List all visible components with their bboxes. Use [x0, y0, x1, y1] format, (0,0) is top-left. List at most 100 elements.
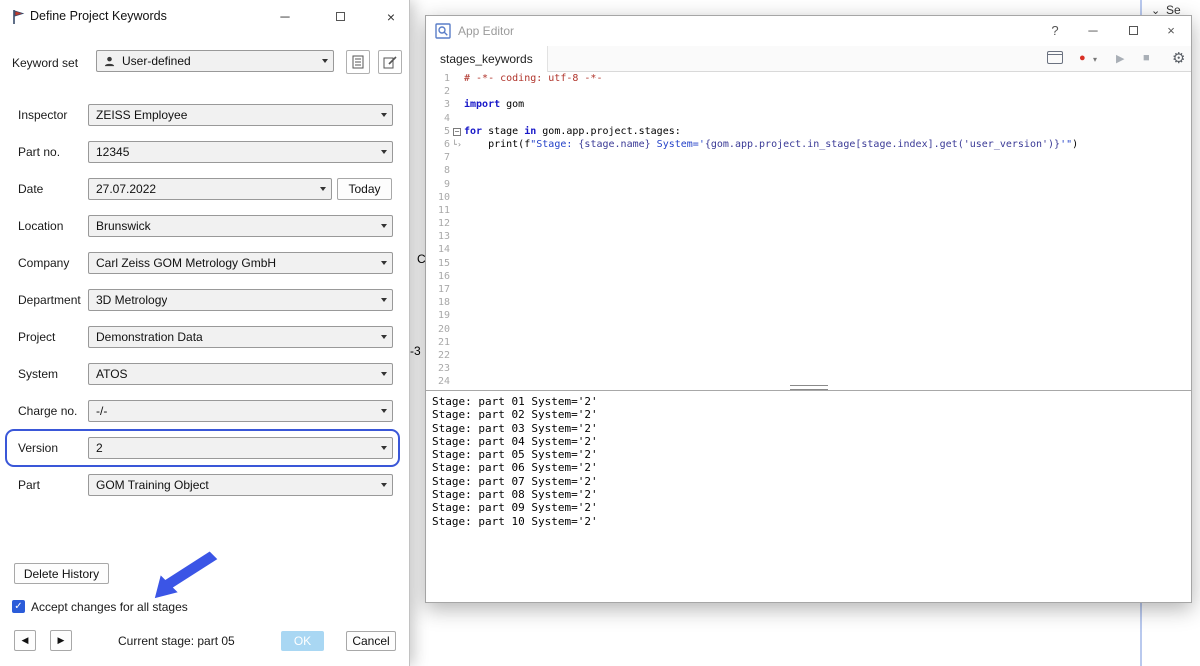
maximize-button[interactable] [326, 8, 354, 26]
minimize-button[interactable]: ─ [1079, 22, 1107, 40]
code-line: 20 [426, 323, 1191, 336]
part-dropdown[interactable]: GOM Training Object [88, 474, 393, 496]
output-line: Stage: part 07 System='2' [432, 475, 1185, 488]
code-token-plain: gom [500, 99, 524, 110]
code-line: 14 [426, 243, 1191, 256]
line-number: 13 [426, 230, 450, 243]
previous-stage-button[interactable]: ◀ [14, 630, 36, 651]
today-button[interactable]: Today [337, 178, 392, 200]
line-number: 1 [426, 72, 450, 85]
line-number: 5 [426, 125, 450, 138]
code-line: 2 [426, 85, 1191, 98]
chevron-down-icon [381, 261, 387, 265]
delete-history-button[interactable]: Delete History [14, 563, 109, 584]
field-label-date: Date [18, 182, 43, 196]
code-line: 1# -*- coding: utf-8 -*- [426, 72, 1191, 85]
app-editor-titlebar[interactable]: App Editor ? ─ × [426, 16, 1191, 46]
field-label-version: Version [18, 441, 58, 455]
output-line: Stage: part 09 System='2' [432, 501, 1185, 514]
chevron-down-icon [381, 113, 387, 117]
chevron-down-icon [381, 483, 387, 487]
keywords-flag-icon [11, 9, 25, 25]
output-line: Stage: part 05 System='2' [432, 448, 1185, 461]
line-number: 11 [426, 204, 450, 217]
code-editor[interactable]: 1# -*- coding: utf-8 -*-23import gom45−f… [426, 72, 1191, 388]
version-dropdown[interactable]: 2 [88, 437, 393, 459]
line-number: 9 [426, 178, 450, 191]
accept-all-stages-checkbox[interactable]: ✓ [12, 600, 25, 613]
code-line: 23 [426, 362, 1191, 375]
code-line: 15 [426, 257, 1191, 270]
charge-no-value: -/- [96, 404, 107, 418]
code-token-plain: stage [482, 126, 524, 137]
record-icon[interactable]: ● [1079, 53, 1090, 64]
location-dropdown[interactable]: Brunswick [88, 215, 393, 237]
ok-button[interactable]: OK [281, 631, 324, 651]
department-dropdown[interactable]: 3D Metrology [88, 289, 393, 311]
field-row-charge-no: Charge no. -/- [0, 400, 410, 422]
chevron-down-icon [381, 150, 387, 154]
field-label-charge-no: Charge no. [18, 404, 77, 418]
code-line: 17 [426, 283, 1191, 296]
code-line: 5−for stage in gom.app.project.stages: [426, 125, 1191, 138]
code-line: 11 [426, 204, 1191, 217]
line-number: 4 [426, 112, 450, 125]
fold-box-icon: − [453, 128, 461, 136]
tab-stages-keywords[interactable]: stages_keywords [426, 46, 548, 72]
line-number: 22 [426, 349, 450, 362]
settings-icon[interactable]: ⚙ [1172, 49, 1185, 67]
system-dropdown[interactable]: ATOS [88, 363, 393, 385]
location-value: Brunswick [96, 219, 151, 233]
keyword-list-button[interactable] [346, 50, 370, 74]
help-button[interactable]: ? [1041, 22, 1069, 40]
line-number: 6 [426, 138, 450, 151]
chevron-down-icon [381, 224, 387, 228]
company-dropdown[interactable]: Carl Zeiss GOM Metrology GmbH [88, 252, 393, 274]
stop-script-icon[interactable]: ■ [1143, 52, 1150, 64]
line-number: 19 [426, 309, 450, 322]
field-label-part: Part [18, 478, 40, 492]
close-button[interactable]: × [377, 8, 405, 26]
dialog-titlebar[interactable]: Define Project Keywords ─ × [0, 0, 409, 34]
company-value: Carl Zeiss GOM Metrology GmbH [96, 256, 276, 270]
project-dropdown[interactable]: Demonstration Data [88, 326, 393, 348]
next-stage-button[interactable]: ▶ [50, 630, 72, 651]
keyword-set-label: Keyword set [12, 56, 78, 70]
close-button[interactable]: × [1157, 22, 1185, 40]
code-line: 6└› print(f"Stage: {stage.name} System='… [426, 138, 1191, 151]
part-no-value: 12345 [96, 145, 129, 159]
field-row-part-no: Part no.12345 [0, 141, 410, 163]
output-line: Stage: part 04 System='2' [432, 435, 1185, 448]
code-line: 21 [426, 336, 1191, 349]
date-dropdown[interactable]: 27.07.2022 [88, 178, 332, 200]
version-value: 2 [96, 441, 103, 455]
record-dropdown-icon[interactable]: ▾ [1093, 55, 1097, 64]
fold-collapse-icon[interactable]: − [450, 125, 464, 138]
charge-no-dropdown[interactable]: -/- [88, 400, 393, 422]
code-line: 19 [426, 309, 1191, 322]
user-icon [104, 56, 115, 67]
field-row-location: LocationBrunswick [0, 215, 410, 237]
part-no-dropdown[interactable]: 12345 [88, 141, 393, 163]
fold-continuation-icon: └› [450, 138, 464, 151]
field-row-department: Department3D Metrology [0, 289, 410, 311]
edit-keywords-button[interactable] [378, 50, 402, 74]
code-token-str: '" [1060, 139, 1072, 150]
save-script-icon[interactable] [1047, 51, 1063, 64]
cancel-button[interactable]: Cancel [346, 631, 396, 651]
chevron-down-icon [381, 446, 387, 450]
code-token-interp: {gom.app.project.in_stage[stage.index].g… [705, 139, 1060, 150]
inspector-dropdown[interactable]: ZEISS Employee [88, 104, 393, 126]
maximize-button[interactable] [1119, 22, 1147, 40]
code-token-kw: for [464, 126, 482, 137]
minimize-button[interactable]: ─ [271, 8, 299, 26]
line-number: 3 [426, 98, 450, 111]
line-number: 24 [426, 375, 450, 388]
code-token-str: System=' [651, 139, 705, 150]
background-partial-value: -3 [410, 344, 421, 358]
keyword-set-dropdown[interactable]: User-defined [96, 50, 334, 72]
code-line: 18 [426, 296, 1191, 309]
app-editor-icon [435, 23, 451, 39]
run-script-icon[interactable]: ▶ [1116, 52, 1124, 65]
code-line: 22 [426, 349, 1191, 362]
